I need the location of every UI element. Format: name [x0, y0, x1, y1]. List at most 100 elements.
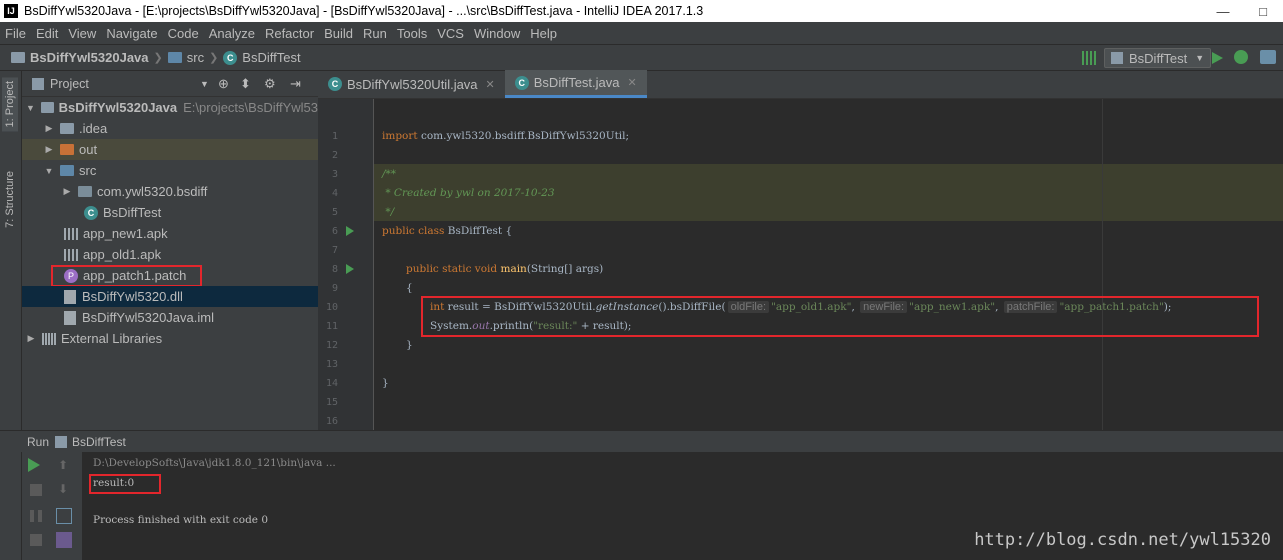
menu-bar: File Edit View Navigate Code Analyze Ref… — [0, 22, 1283, 45]
collapse-arrow-icon[interactable]: ▼ — [26, 103, 35, 113]
menu-vcs[interactable]: VCS — [432, 26, 469, 41]
tree-item-path: E:\projects\BsDiffYwl53 — [183, 100, 318, 115]
method-name: main — [500, 263, 527, 275]
run-configuration-select[interactable]: BsDiffTest ▼ — [1104, 48, 1212, 68]
minimize-icon[interactable]: — — [1203, 0, 1243, 22]
tree-item-out[interactable]: ▶ out — [22, 139, 318, 160]
line-number: 9 — [331, 283, 338, 294]
left-tool-stripe: 1: Project 7: Structure — [0, 71, 22, 430]
tab-bsdifftest[interactable]: C BsDiffTest.java ✕ — [504, 70, 647, 98]
window-title: BsDiffYwl5320Java - [E:\projects\BsDiffY… — [24, 4, 704, 18]
tree-item-idea[interactable]: ▶ .idea — [22, 118, 318, 139]
collapse-all-icon[interactable]: ⬍ — [240, 76, 251, 92]
menu-build[interactable]: Build — [319, 26, 358, 41]
gear-icon[interactable]: ⚙ — [264, 76, 276, 92]
run-main-gutter-icon[interactable] — [346, 264, 354, 274]
line-number: 8 — [331, 264, 338, 275]
menu-analyze[interactable]: Analyze — [204, 26, 260, 41]
tree-item-label: External Libraries — [61, 331, 163, 346]
menu-file[interactable]: File — [0, 26, 31, 41]
stop-icon[interactable] — [30, 484, 42, 496]
code-text: (String[] args) — [526, 263, 604, 275]
breadcrumb-class[interactable]: C BsDiffTest — [220, 50, 303, 65]
tree-item-package[interactable]: ▶ com.ywl5320.bsdiff — [22, 181, 318, 202]
tree-item-dll[interactable]: BsDiffYwl5320.dll — [22, 286, 318, 307]
tab-structure[interactable]: 7: Structure — [2, 167, 18, 232]
menu-window[interactable]: Window — [469, 26, 525, 41]
hide-panel-icon[interactable]: ⇥ — [290, 76, 301, 92]
tree-item-app-new1[interactable]: app_new1.apk — [22, 223, 318, 244]
breadcrumb-class-label: BsDiffTest — [242, 50, 301, 65]
tree-item-bsdifftest[interactable]: C BsDiffTest — [22, 202, 318, 223]
expand-arrow-icon[interactable]: ▶ — [62, 186, 72, 197]
tree-item-label: src — [79, 163, 97, 178]
chevron-right-icon: ❯ — [209, 52, 219, 64]
maximize-icon[interactable]: □ — [1243, 0, 1283, 22]
tab-project[interactable]: 1: Project — [2, 77, 18, 132]
tab-label: BsDiffYwl5320Util.java — [347, 76, 478, 92]
code-line-1: import com.ywl5320.bsdiff.BsDiffYwl5320U… — [382, 127, 629, 146]
class-icon: C — [328, 77, 342, 91]
up-arrow-icon[interactable]: ⬆ — [58, 458, 74, 474]
code-line-4: * Created by ywl on 2017-10-23 — [382, 187, 555, 199]
code-editor[interactable]: 1 2 3 4 5 6 7 8 9 10 11 12 13 14 15 16 i… — [318, 99, 1283, 430]
run-left-stripe — [0, 452, 22, 560]
expand-arrow-icon[interactable]: ▶ — [44, 123, 54, 134]
close-icon[interactable]: ✕ — [486, 78, 495, 91]
menu-code[interactable]: Code — [163, 26, 204, 41]
run-configuration-label: BsDiffTest — [1129, 50, 1188, 66]
pause-icon[interactable] — [30, 510, 42, 522]
menu-view[interactable]: View — [63, 26, 101, 41]
chevron-down-icon[interactable]: ▼ — [200, 79, 209, 89]
editor-gutter: 1 2 3 4 5 6 7 8 9 10 11 12 13 14 15 16 — [318, 99, 374, 430]
folder-orange-icon — [60, 144, 74, 155]
print-icon[interactable] — [56, 532, 72, 548]
code-line-8: public static void main(String[] args) — [406, 260, 603, 279]
tree-item-label: BsDiffYwl5320Java.iml — [82, 310, 214, 325]
close-icon[interactable]: ✕ — [628, 76, 637, 89]
run-toolbar: ⬆ ⬇ — [22, 452, 82, 560]
down-arrow-icon[interactable]: ⬇ — [58, 482, 74, 498]
menu-navigate[interactable]: Navigate — [101, 26, 162, 41]
build-icon[interactable] — [1082, 51, 1098, 65]
coverage-icon[interactable] — [1260, 50, 1276, 64]
run-config-name: BsDiffTest — [72, 434, 126, 449]
menu-run[interactable]: Run — [358, 26, 392, 41]
expand-arrow-icon[interactable]: ▶ — [26, 333, 36, 344]
class-icon: C — [84, 205, 98, 220]
soft-wrap-icon[interactable] — [56, 508, 72, 524]
class-icon: C — [514, 75, 529, 90]
run-class-gutter-icon[interactable] — [346, 226, 354, 236]
debug-icon[interactable] — [1234, 50, 1248, 64]
tab-bsdiffywl5320util[interactable]: C BsDiffYwl5320Util.java ✕ — [318, 70, 505, 98]
dll-icon — [64, 289, 76, 304]
code-line-12: } — [406, 339, 413, 351]
scroll-from-source-icon[interactable]: ⊕ — [218, 76, 229, 92]
tree-item-label: BsDiffTest — [103, 205, 162, 220]
breadcrumb-src[interactable]: src — [165, 50, 207, 65]
menu-help[interactable]: Help — [525, 26, 562, 41]
tree-item-iml[interactable]: BsDiffYwl5320Java.iml — [22, 307, 318, 328]
tree-item-src[interactable]: ▼ src — [22, 160, 318, 181]
run-icon[interactable] — [1212, 52, 1223, 64]
line-number: 4 — [331, 188, 338, 199]
folder-icon — [60, 123, 74, 134]
chevron-right-icon: ❯ — [153, 52, 163, 64]
tree-item-app-old1[interactable]: app_old1.apk — [22, 244, 318, 265]
line-number: 6 — [331, 226, 338, 237]
collapse-arrow-icon[interactable]: ▼ — [44, 166, 54, 176]
expand-arrow-icon[interactable]: ▶ — [44, 144, 54, 155]
tree-item-project-root[interactable]: ▼ BsDiffYwl5320Java E:\projects\BsDiffYw… — [22, 97, 318, 118]
breadcrumb-project[interactable]: BsDiffYwl5320Java — [8, 50, 152, 65]
console-exit-message: Process finished with exit code 0 — [93, 514, 269, 526]
class-icon: C — [223, 50, 238, 65]
menu-edit[interactable]: Edit — [31, 26, 63, 41]
tree-item-external-libraries[interactable]: ▶ External Libraries — [22, 328, 318, 349]
tree-item-label: app_new1.apk — [83, 226, 168, 241]
run-panel-header: Run BsDiffTest — [0, 430, 1283, 452]
line-number: 7 — [331, 245, 338, 256]
rerun-icon[interactable] — [28, 458, 40, 472]
dump-threads-icon[interactable] — [30, 534, 42, 546]
menu-refactor[interactable]: Refactor — [260, 26, 319, 41]
menu-tools[interactable]: Tools — [392, 26, 432, 41]
